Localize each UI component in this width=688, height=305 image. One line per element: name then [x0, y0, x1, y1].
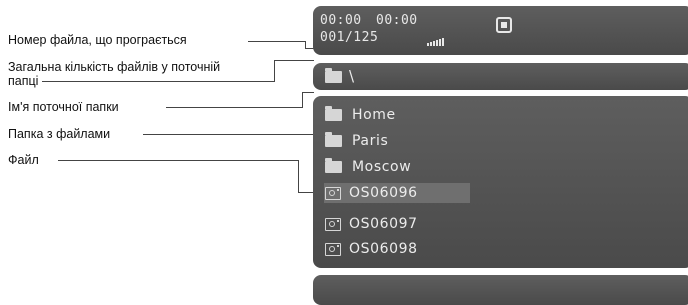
leader-line-folder-with-files	[143, 134, 321, 135]
list-item-file-selected[interactable]: OS06096	[324, 183, 470, 203]
folder-icon	[325, 106, 342, 121]
list-item-folder-moscow[interactable]: Moscow	[324, 157, 411, 177]
list-item-label: Paris	[352, 133, 389, 149]
file-counter: 001/125	[320, 30, 379, 45]
photo-file-icon	[325, 217, 341, 231]
current-folder-name: \	[349, 67, 355, 85]
callout-current-folder: Ім'я поточної папки	[8, 100, 119, 114]
list-item-label: Moscow	[352, 159, 412, 175]
folder-icon	[325, 68, 342, 83]
photo-file-icon	[325, 186, 341, 200]
list-item-label: OS06098	[349, 241, 418, 257]
time-total: 00:00	[376, 13, 418, 28]
callout-total-files-line1: Загальна кількість файлів у поточній	[8, 60, 221, 74]
list-item-file[interactable]: OS06097	[324, 214, 418, 234]
list-item-label: OS06096	[349, 185, 418, 201]
callout-file-number: Номер файла, що програється	[8, 33, 187, 47]
leader-line-file	[58, 160, 298, 161]
leader-line-file-v	[298, 160, 299, 193]
bottom-panel	[313, 275, 688, 305]
path-panel	[313, 63, 688, 90]
list-item-file[interactable]: OS06098	[324, 239, 418, 259]
callout-file: Файл	[8, 153, 39, 167]
leader-line-total-files-h2	[274, 60, 314, 61]
callout-folder-with-files: Папка з файлами	[8, 127, 111, 141]
folder-icon	[325, 132, 342, 147]
leader-line-total-files-v	[274, 60, 275, 82]
list-item-folder-paris[interactable]: Paris	[324, 131, 388, 151]
stop-icon[interactable]	[496, 17, 512, 33]
time-elapsed: 00:00	[320, 13, 362, 28]
callout-total-files-line2: папці	[8, 74, 39, 88]
signal-bars-icon	[427, 38, 444, 46]
photo-file-icon	[325, 242, 341, 256]
leader-line-total-files	[42, 81, 274, 82]
list-item-label: Home	[352, 107, 396, 123]
list-item-label: OS06097	[349, 216, 418, 232]
folder-icon	[325, 158, 342, 173]
list-item-folder-home[interactable]: Home	[324, 105, 396, 125]
leader-line-current-folder-v	[302, 92, 303, 108]
leader-line-current-folder-h2	[302, 92, 314, 93]
leader-line-file-number	[248, 41, 306, 42]
leader-line-current-folder	[166, 107, 302, 108]
